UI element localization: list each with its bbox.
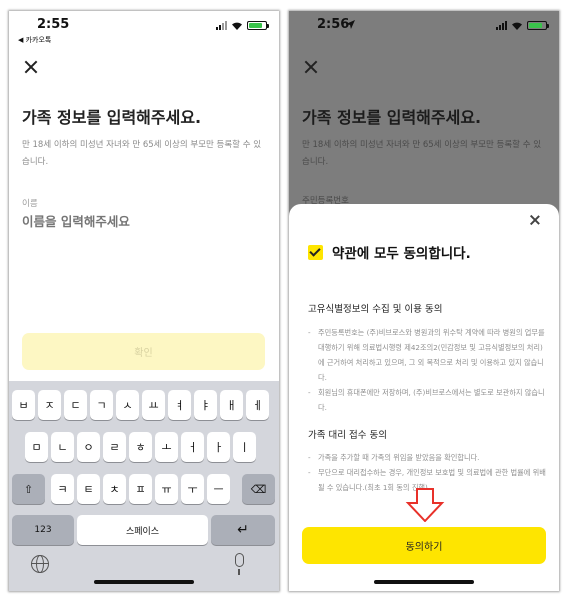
key[interactable]: ㅎ: [129, 432, 152, 462]
shift-key[interactable]: ⇧: [12, 474, 45, 504]
keyboard-row-1: ㅂ ㅈ ㄷ ㄱ ㅅ ㅛ ㅕ ㅑ ㅐ ㅔ: [9, 390, 279, 420]
list-item: 가족을 추가할 때 가족의 위임을 받았음을 확인합니다.: [308, 450, 548, 465]
page-description: 만 18세 이하의 미성년 자녀와 만 65세 이상의 부모만 등록할 수 있습…: [302, 140, 542, 167]
page-title: 가족 정보를 입력해주세요.: [302, 108, 482, 127]
list-item: 주민등록번호는 (주)비브로스와 병원과의 위수탁 계약에 따라 병원의 업무를…: [308, 325, 548, 385]
battery-icon: [527, 21, 549, 30]
right-phone-screen: 2:56 가족 정보를 입력해주세요. 만 18세 이하의 미성년 자녀와 만 …: [289, 11, 559, 591]
arrow-down-icon: [405, 488, 445, 522]
wifi-icon: [512, 22, 522, 30]
agree-button[interactable]: 동의하기: [302, 527, 546, 564]
key[interactable]: ㅑ: [194, 390, 217, 420]
key[interactable]: ㅠ: [155, 474, 178, 504]
key[interactable]: ㄴ: [51, 432, 74, 462]
key[interactable]: ㅐ: [220, 390, 243, 420]
key[interactable]: ㅛ: [142, 390, 165, 420]
status-icons: [216, 21, 269, 30]
key[interactable]: ㅣ: [233, 432, 256, 462]
confirm-button[interactable]: 확인: [22, 333, 265, 370]
globe-icon[interactable]: [31, 555, 49, 573]
key[interactable]: ㅏ: [207, 432, 230, 462]
key[interactable]: ㅌ: [77, 474, 100, 504]
key[interactable]: ㅅ: [116, 390, 139, 420]
keyboard-row-2: ㅁ ㄴ ㅇ ㄹ ㅎ ㅗ ㅓ ㅏ ㅣ: [9, 432, 279, 462]
key[interactable]: ㅗ: [155, 432, 178, 462]
key[interactable]: ㅕ: [168, 390, 191, 420]
signal-icon: [216, 21, 227, 30]
status-time: 2:55: [37, 17, 70, 32]
page-description: 만 18세 이하의 미성년 자녀와 만 65세 이상의 부모만 등록할 수 있습…: [22, 140, 262, 167]
name-label: 이름: [22, 199, 38, 209]
key[interactable]: ㅓ: [181, 432, 204, 462]
page-title: 가족 정보를 입력해주세요.: [22, 108, 202, 127]
checkbox-checked-icon[interactable]: [308, 244, 323, 260]
agree-all-checkbox[interactable]: 약관에 모두 동의합니다.: [308, 242, 471, 262]
space-key[interactable]: 스페이스: [77, 515, 208, 545]
numbers-key[interactable]: 123: [12, 515, 74, 545]
wifi-icon: [232, 22, 242, 30]
key[interactable]: ㄷ: [64, 390, 87, 420]
home-indicator: [374, 580, 474, 584]
key[interactable]: ㄱ: [90, 390, 113, 420]
name-input[interactable]: [22, 214, 262, 229]
status-bar: 2:56: [289, 11, 559, 53]
status-time: 2:56: [317, 17, 350, 32]
terms-bottom-sheet: 약관에 모두 동의합니다. 고유식별정보의 수집 및 이용 동의 주민등록번호는…: [289, 204, 559, 591]
signal-icon: [496, 21, 507, 30]
key[interactable]: ㅡ: [207, 474, 230, 504]
battery-icon: [247, 21, 269, 30]
location-arrow-icon: [346, 20, 355, 29]
terms-list-identification: 주민등록번호는 (주)비브로스와 병원과의 위수탁 계약에 따라 병원의 업무를…: [308, 325, 548, 415]
key[interactable]: ㅍ: [129, 474, 152, 504]
key[interactable]: ㅔ: [246, 390, 269, 420]
list-item: 회원님의 휴대폰에만 저장하며, (주)비브로스에서는 별도로 보관하지 않습니…: [308, 385, 548, 415]
keyboard-row-3: ⇧ ㅋ ㅌ ㅊ ㅍ ㅠ ㅜ ㅡ ⌫: [9, 474, 279, 504]
keyboard-row-4: 123 스페이스 ↵: [9, 515, 279, 545]
keyboard: ㅂ ㅈ ㄷ ㄱ ㅅ ㅛ ㅕ ㅑ ㅐ ㅔ ㅁ ㄴ ㅇ ㄹ ㅎ ㅗ ㅓ ㅏ ㅣ ⇧ …: [9, 381, 279, 591]
key[interactable]: ㄹ: [103, 432, 126, 462]
key[interactable]: ㅁ: [25, 432, 48, 462]
key[interactable]: ㅜ: [181, 474, 204, 504]
key[interactable]: ㅋ: [51, 474, 74, 504]
section-title-identification: 고유식별정보의 수집 및 이용 동의: [308, 304, 443, 315]
section-title-proxy: 가족 대리 접수 동의: [308, 430, 387, 441]
home-indicator: [94, 580, 194, 584]
microphone-icon[interactable]: [235, 553, 244, 575]
key[interactable]: ㅂ: [12, 390, 35, 420]
status-bar: 2:55 ◀ 카카오톡: [9, 11, 279, 53]
key[interactable]: ㅈ: [38, 390, 61, 420]
key[interactable]: ㅊ: [103, 474, 126, 504]
key[interactable]: ㅇ: [77, 432, 100, 462]
return-key[interactable]: ↵: [211, 515, 275, 545]
close-icon[interactable]: [303, 59, 319, 75]
close-icon[interactable]: [529, 214, 541, 226]
left-phone-screen: 2:55 ◀ 카카오톡 가족 정보를 입력해주세요. 만 18세 이하의 미성년…: [9, 11, 279, 591]
status-icons: [496, 21, 549, 30]
delete-key[interactable]: ⌫: [242, 474, 275, 504]
back-to-app-link[interactable]: ◀ 카카오톡: [18, 35, 51, 45]
close-icon[interactable]: [23, 59, 39, 75]
agree-all-label: 약관에 모두 동의합니다.: [332, 246, 471, 262]
